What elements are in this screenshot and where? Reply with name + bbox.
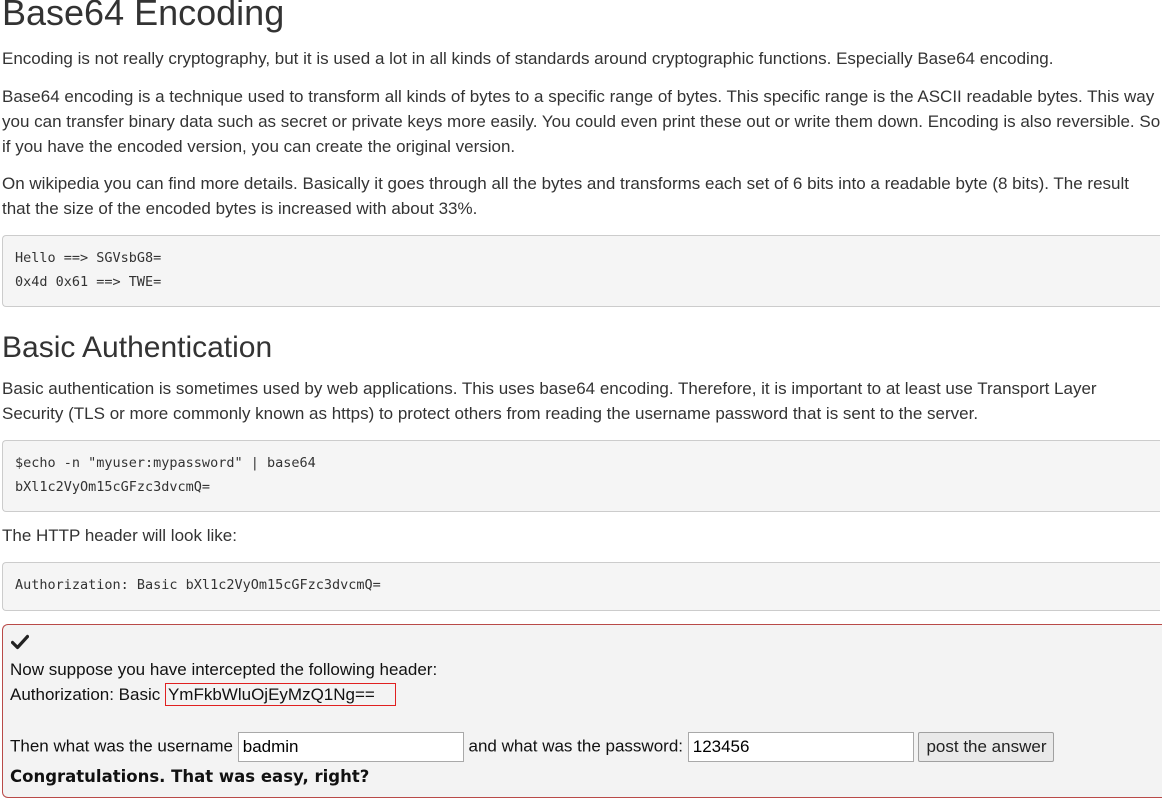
username-label: Then what was the username xyxy=(10,736,234,756)
page-title: Base64 Encoding xyxy=(2,0,285,33)
feedback-message: Congratulations. That was easy, right? xyxy=(10,767,370,786)
code-line: bXl1c2VyOm15cGFzc3dvcmQ= xyxy=(15,479,211,495)
encoded-credentials: YmFkbWluOjEyMzQ1Ng== xyxy=(164,683,396,706)
authorization-header-code: Authorization: Basic bXl1c2VyOm15cGFzc3d… xyxy=(2,562,1160,611)
header-intro-text: The HTTP header will look like: xyxy=(2,526,237,545)
wikipedia-paragraph: On wikipedia you can find more details. … xyxy=(2,174,1130,218)
auth-prefix: Authorization: Basic xyxy=(10,685,165,704)
code-line: 0x4d 0x61 ==> TWE= xyxy=(15,274,162,290)
password-label: and what was the password: xyxy=(468,736,683,756)
section-title-basic-auth: Basic Authentication xyxy=(2,331,273,364)
username-input[interactable] xyxy=(237,732,464,762)
check-icon xyxy=(11,634,29,650)
intercept-intro-text: Now suppose you have intercepted the fol… xyxy=(10,660,438,679)
base64-explanation-paragraph: Base64 encoding is a technique used to t… xyxy=(2,87,1161,156)
password-input[interactable] xyxy=(687,732,914,762)
echo-example-code: $echo -n "myuser:mypassword" | base64 bX… xyxy=(2,440,1160,512)
answer-form: Then what was the username and what was … xyxy=(10,732,1055,762)
intercepted-header-line: Authorization: Basic YmFkbWluOjEyMzQ1Ng=… xyxy=(10,682,396,707)
base64-example-code: Hello ==> SGVsbG8= 0x4d 0x61 ==> TWE= xyxy=(2,235,1160,307)
assignment-panel: Now suppose you have intercepted the fol… xyxy=(2,624,1162,798)
code-line: Hello ==> SGVsbG8= xyxy=(15,250,162,266)
code-line: $echo -n "myuser:mypassword" | base64 xyxy=(15,455,316,471)
code-line: Authorization: Basic bXl1c2VyOm15cGFzc3d… xyxy=(15,577,381,593)
post-answer-button[interactable]: post the answer xyxy=(918,732,1055,762)
intro-paragraph: Encoding is not really cryptography, but… xyxy=(2,49,1054,68)
basic-auth-paragraph: Basic authentication is sometimes used b… xyxy=(2,379,1097,423)
